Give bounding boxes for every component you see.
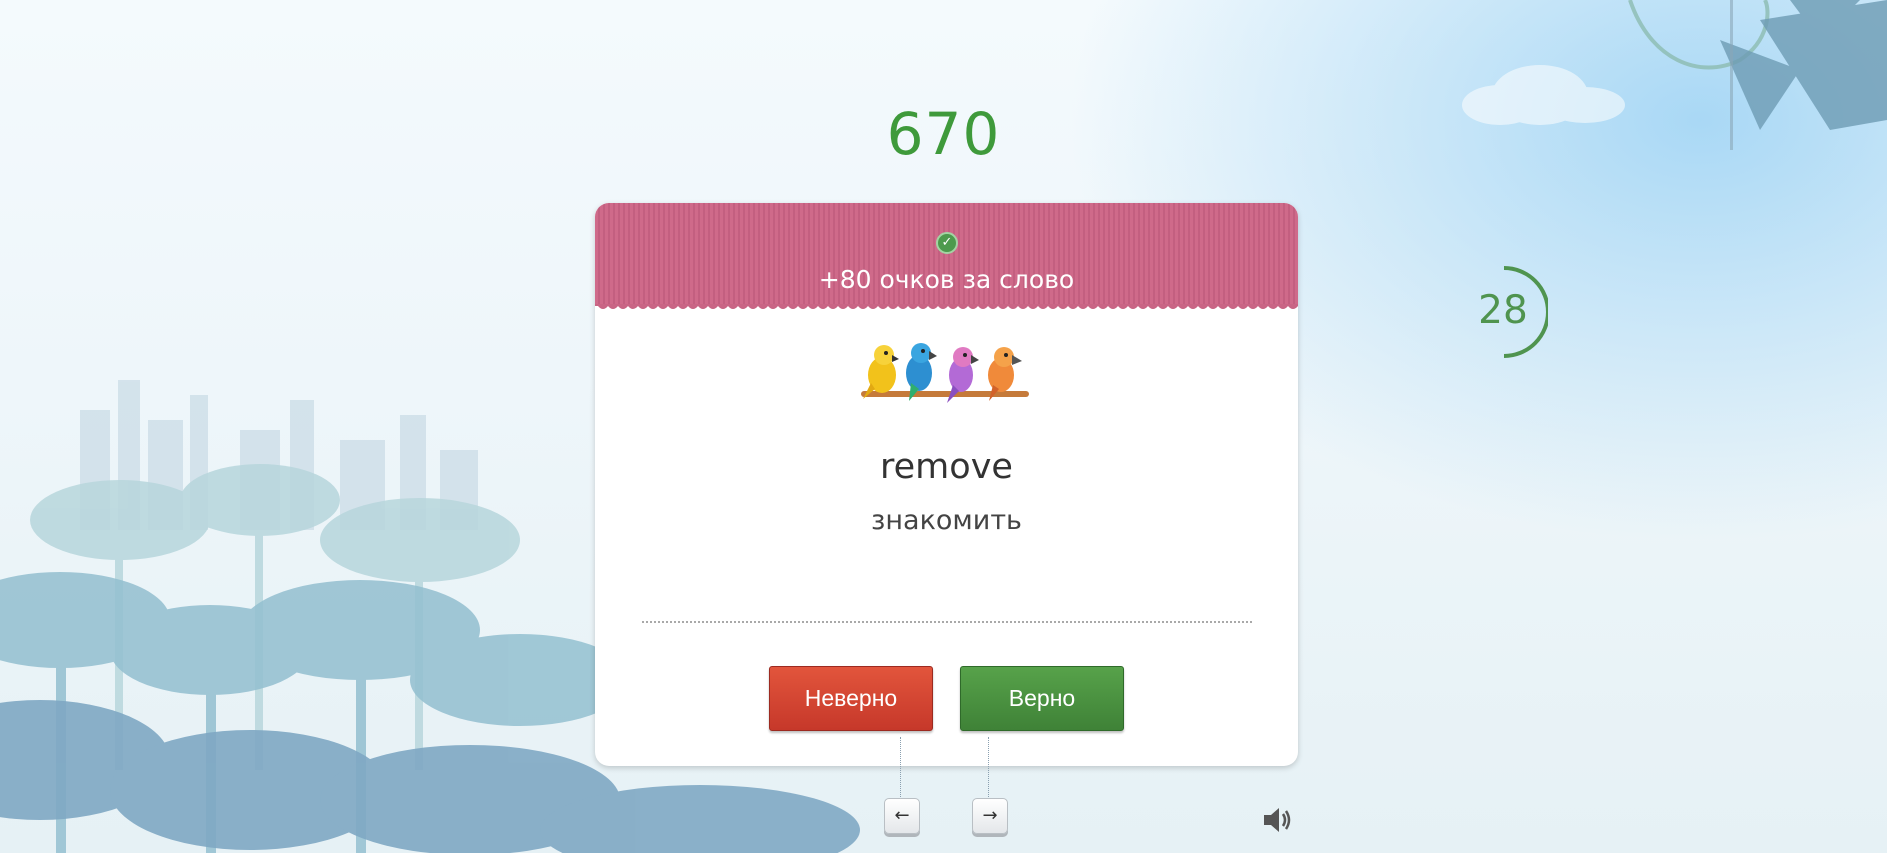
correct-button[interactable]: Верно: [960, 666, 1124, 731]
wrong-key-guide: [900, 737, 901, 797]
card-header: ✓ +80 очков за слово: [595, 203, 1298, 309]
check-circle-icon: ✓: [936, 232, 958, 254]
score-counter: 670: [886, 100, 1001, 168]
divider: [642, 621, 1252, 623]
parrots-illustration: [861, 343, 1029, 403]
left-arrow-key[interactable]: ←: [884, 798, 920, 834]
right-arrow-key[interactable]: →: [972, 798, 1008, 834]
translation-word: знакомить: [871, 505, 1022, 536]
correct-key-guide: [988, 737, 989, 797]
points-message: +80 очков за слово: [818, 265, 1075, 294]
speaker-icon[interactable]: [1262, 805, 1294, 835]
timer-seconds: 28: [1478, 288, 1528, 333]
wrong-button[interactable]: Неверно: [769, 666, 933, 731]
english-word: remove: [880, 447, 1013, 487]
word-card: ✓ +80 очков за слово remove знакомить Не…: [595, 203, 1298, 766]
